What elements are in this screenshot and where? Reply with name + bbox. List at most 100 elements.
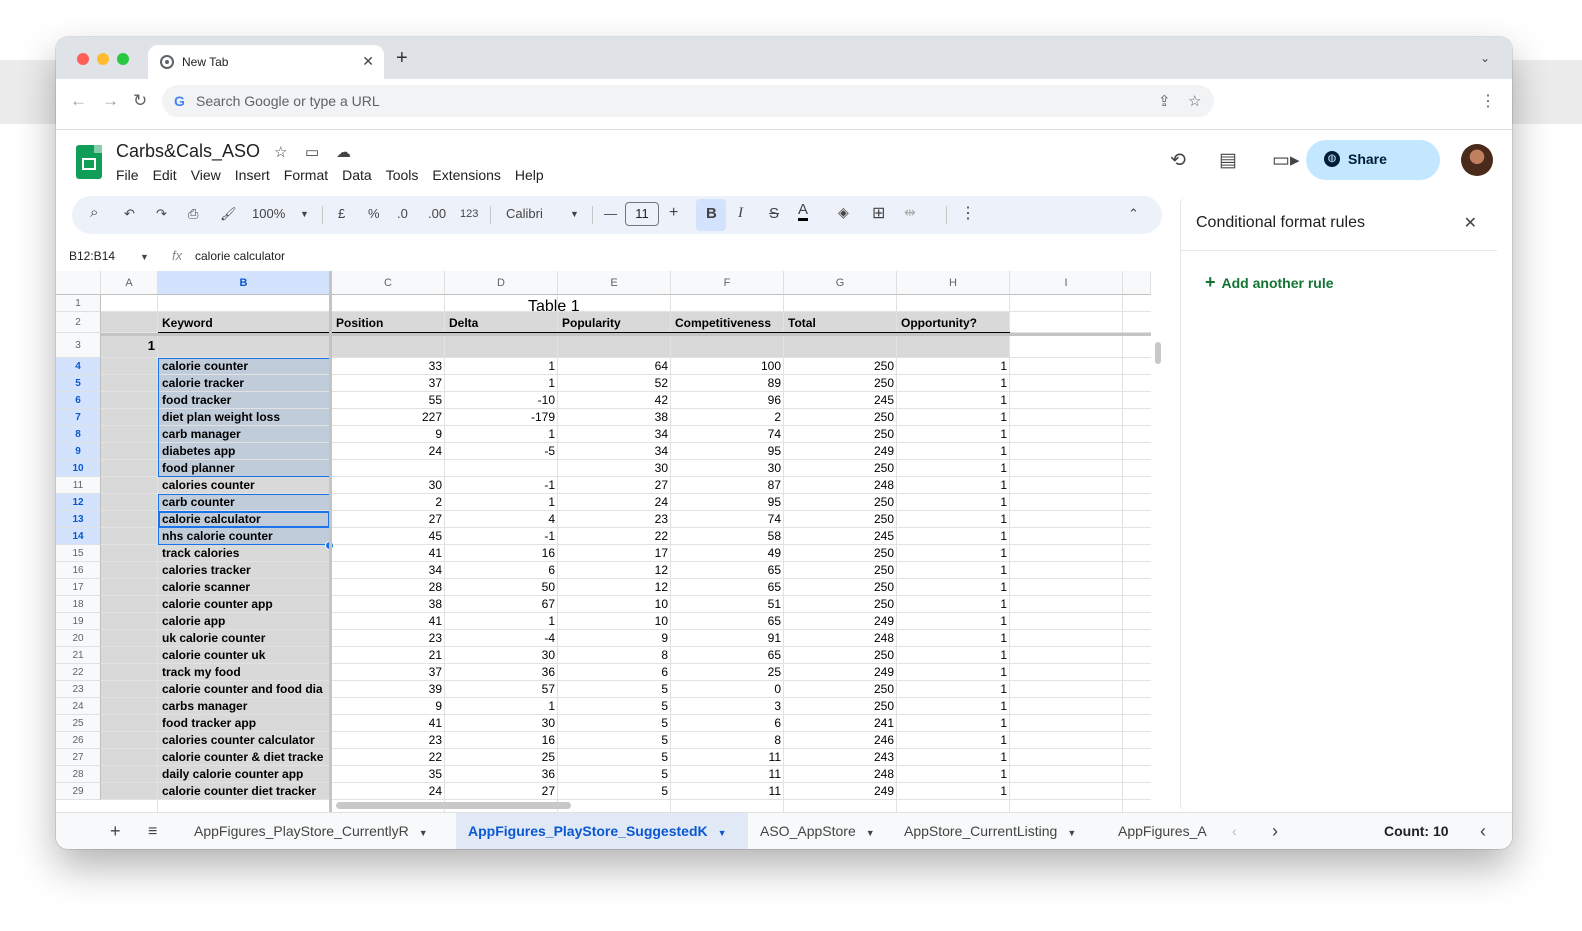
data-cell[interactable]: 1 <box>897 766 1010 783</box>
data-cell[interactable]: 36 <box>445 664 558 681</box>
data-cell[interactable]: -1 <box>445 477 558 494</box>
data-cell[interactable]: 1 <box>897 732 1010 749</box>
browser-menu-icon[interactable]: ⋮ <box>1480 91 1496 111</box>
sheet-tab-caret-icon[interactable]: ▼ <box>1067 828 1076 838</box>
data-cell[interactable] <box>445 460 558 477</box>
data-cell[interactable]: 23 <box>332 630 445 647</box>
row-header[interactable]: 22 <box>56 664 101 681</box>
share-button[interactable]: ◍ Share <box>1306 140 1440 180</box>
data-cell[interactable]: 74 <box>671 511 784 528</box>
all-sheets-menu-icon[interactable]: ≡ <box>148 813 157 849</box>
row-header[interactable]: 24 <box>56 698 101 715</box>
data-cell[interactable]: 1 <box>897 596 1010 613</box>
data-cell[interactable]: 1 <box>897 358 1010 375</box>
row-header[interactable]: 19 <box>56 613 101 630</box>
sheet-tab-active[interactable]: AppFigures_PlayStore_SuggestedK ▼ <box>456 813 748 849</box>
data-cell[interactable]: 1 <box>897 494 1010 511</box>
data-cell[interactable]: 74 <box>671 426 784 443</box>
data-cell[interactable]: 57 <box>445 681 558 698</box>
data-cell[interactable]: 27 <box>445 783 558 800</box>
print-icon[interactable]: ⎙ <box>188 206 198 222</box>
data-cell[interactable]: 1 <box>897 715 1010 732</box>
row-header[interactable]: 25 <box>56 715 101 732</box>
data-cell[interactable]: 9 <box>332 426 445 443</box>
data-cell[interactable]: 5 <box>558 766 671 783</box>
data-cell[interactable]: 5 <box>558 732 671 749</box>
data-cell[interactable]: 8 <box>558 647 671 664</box>
add-sheet-button[interactable]: + <box>110 813 121 849</box>
row-header[interactable]: 29 <box>56 783 101 800</box>
select-all-corner[interactable] <box>56 271 101 295</box>
column-header-c[interactable]: C <box>332 271 445 295</box>
data-cell[interactable]: 1 <box>897 460 1010 477</box>
data-cell[interactable]: 1 <box>897 511 1010 528</box>
data-cell[interactable]: 9 <box>558 630 671 647</box>
data-cell[interactable]: 45 <box>332 528 445 545</box>
merge-cells-icon[interactable]: ⇹ <box>904 204 916 221</box>
row-header[interactable]: 11 <box>56 477 101 494</box>
data-cell[interactable]: 2 <box>332 494 445 511</box>
keyword-cell[interactable]: calorie counter uk <box>158 647 332 664</box>
more-options-icon[interactable]: ⋮ <box>960 203 976 223</box>
data-cell[interactable]: 35 <box>332 766 445 783</box>
menu-help[interactable]: Help <box>515 167 544 183</box>
data-cell[interactable]: 55 <box>332 392 445 409</box>
strikethrough-icon[interactable]: S <box>769 205 779 222</box>
keyword-cell[interactable]: track calories <box>158 545 332 562</box>
row-header[interactable]: 28 <box>56 766 101 783</box>
data-cell[interactable]: 1 <box>897 426 1010 443</box>
scroll-tabs-left-icon[interactable]: ‹ <box>1232 813 1237 849</box>
data-cell[interactable]: 1 <box>445 494 558 511</box>
data-cell[interactable]: 1 <box>897 647 1010 664</box>
keyword-cell[interactable]: calorie counter and food dia <box>158 681 332 698</box>
sheet-tab-caret-icon[interactable]: ▼ <box>718 828 727 838</box>
data-cell[interactable]: 23 <box>332 732 445 749</box>
data-cell[interactable]: 21 <box>332 647 445 664</box>
decrease-font-size-icon[interactable]: — <box>604 206 617 221</box>
sheet-tab-caret-icon[interactable]: ▼ <box>866 828 875 838</box>
version-history-icon[interactable]: ⟲ <box>1170 149 1186 172</box>
close-panel-icon[interactable]: ✕ <box>1464 213 1477 233</box>
data-cell[interactable] <box>332 460 445 477</box>
data-cell[interactable]: 30 <box>332 477 445 494</box>
data-cell[interactable]: 16 <box>445 732 558 749</box>
keyword-cell[interactable]: calorie counter & diet tracke <box>158 749 332 766</box>
sheet-tab-caret-icon[interactable]: ▼ <box>419 828 428 838</box>
data-cell[interactable]: 1 <box>897 681 1010 698</box>
data-cell[interactable]: 250 <box>784 562 897 579</box>
star-icon[interactable]: ☆ <box>274 143 287 161</box>
column-header-b[interactable]: B <box>158 271 330 295</box>
column-header-i[interactable]: I <box>1010 271 1123 295</box>
data-cell[interactable]: 8 <box>671 732 784 749</box>
bookmark-star-icon[interactable]: ☆ <box>1188 92 1201 110</box>
data-cell[interactable]: 5 <box>558 681 671 698</box>
data-cell[interactable]: 67 <box>445 596 558 613</box>
data-cell[interactable]: -4 <box>445 630 558 647</box>
data-cell[interactable]: 34 <box>332 562 445 579</box>
data-cell[interactable]: 22 <box>332 749 445 766</box>
data-cell[interactable]: 1 <box>445 358 558 375</box>
data-cell[interactable]: 27 <box>558 477 671 494</box>
data-cell[interactable]: 38 <box>332 596 445 613</box>
data-cell[interactable]: 6 <box>445 562 558 579</box>
menu-insert[interactable]: Insert <box>235 167 270 183</box>
data-cell[interactable]: 248 <box>784 766 897 783</box>
data-cell[interactable]: 30 <box>671 460 784 477</box>
data-cell[interactable]: 36 <box>445 766 558 783</box>
row-header[interactable]: 15 <box>56 545 101 562</box>
data-cell[interactable]: 34 <box>558 426 671 443</box>
data-cell[interactable]: 250 <box>784 698 897 715</box>
data-cell[interactable]: 1 <box>897 392 1010 409</box>
keyword-cell[interactable]: food tracker app <box>158 715 332 732</box>
data-cell[interactable]: 250 <box>784 358 897 375</box>
collapse-menus-chevron-up-icon[interactable]: ⌃ <box>1128 206 1139 222</box>
data-cell[interactable]: 89 <box>671 375 784 392</box>
formula-input[interactable]: calorie calculator <box>195 249 285 263</box>
data-cell[interactable]: 250 <box>784 596 897 613</box>
data-cell[interactable]: 12 <box>558 562 671 579</box>
data-cell[interactable]: 41 <box>332 545 445 562</box>
data-cell[interactable]: 52 <box>558 375 671 392</box>
menu-view[interactable]: View <box>191 167 221 183</box>
data-cell[interactable]: 1 <box>897 528 1010 545</box>
forward-arrow-icon[interactable]: → <box>102 91 119 111</box>
